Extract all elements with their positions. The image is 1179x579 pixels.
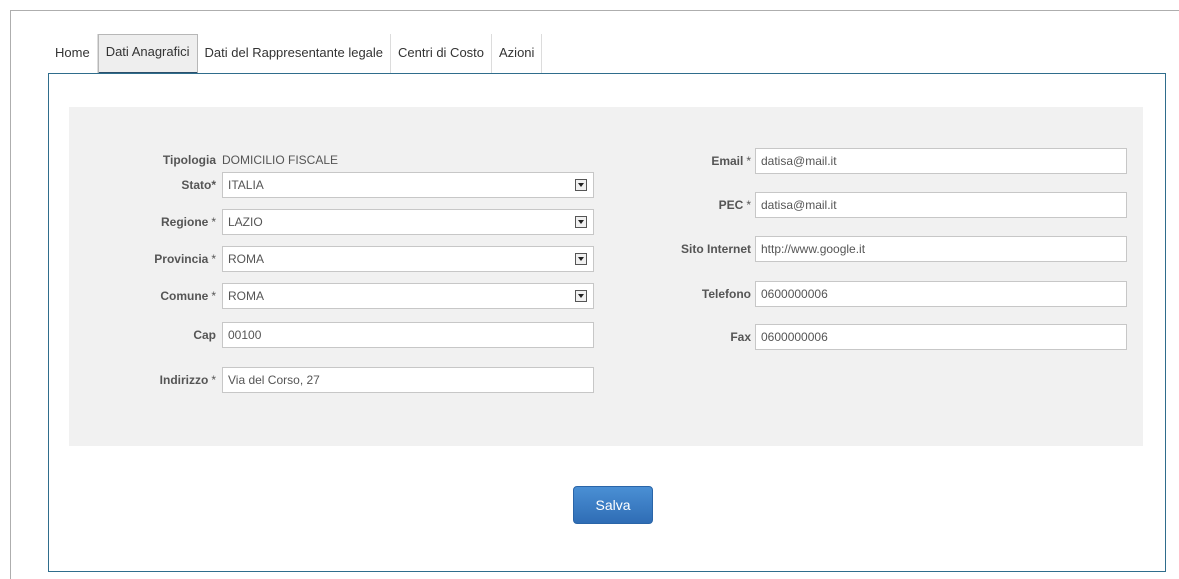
tipologia-row: Tipologia DOMICILIO FISCALE bbox=[69, 147, 599, 173]
telefono-row: Telefono 0600000006 bbox=[609, 281, 1129, 307]
tipologia-value: DOMICILIO FISCALE bbox=[222, 153, 339, 167]
sito-internet-row: Sito Internet http://www.google.it bbox=[609, 236, 1129, 262]
address-form: Tipologia DOMICILIO FISCALE Stato* ITALI… bbox=[69, 107, 1143, 446]
pec-input[interactable]: datisa@mail.it bbox=[755, 192, 1127, 218]
cap-label: Cap bbox=[193, 328, 216, 342]
stato-label: Stato* bbox=[181, 178, 216, 192]
indirizzo-row: Indirizzo * Via del Corso, 27 bbox=[69, 367, 599, 393]
email-row: Email * datisa@mail.it bbox=[609, 148, 1129, 174]
chevron-down-icon[interactable] bbox=[575, 179, 587, 191]
pec-row: PEC * datisa@mail.it bbox=[609, 192, 1129, 218]
chevron-down-icon[interactable] bbox=[575, 253, 587, 265]
regione-select-value: LAZIO bbox=[228, 215, 263, 229]
regione-row: Regione * LAZIO bbox=[69, 209, 599, 235]
provincia-select[interactable]: ROMA bbox=[222, 246, 594, 272]
sito-internet-input[interactable]: http://www.google.it bbox=[755, 236, 1127, 262]
provincia-select-value: ROMA bbox=[228, 252, 264, 266]
indirizzo-input[interactable]: Via del Corso, 27 bbox=[222, 367, 594, 393]
save-button[interactable]: Salva bbox=[573, 486, 653, 524]
comune-row: Comune * ROMA bbox=[69, 283, 599, 309]
regione-select[interactable]: LAZIO bbox=[222, 209, 594, 235]
tab-azioni[interactable]: Azioni bbox=[492, 34, 543, 74]
content-panel: Tipologia DOMICILIO FISCALE Stato* ITALI… bbox=[48, 73, 1166, 572]
email-input[interactable]: datisa@mail.it bbox=[755, 148, 1127, 174]
cap-row: Cap 00100 bbox=[69, 322, 599, 348]
regione-label: Regione * bbox=[160, 215, 216, 229]
tab-dati-anagrafici[interactable]: Dati Anagrafici bbox=[97, 34, 198, 75]
indirizzo-label: Indirizzo * bbox=[159, 373, 216, 387]
tab-centri-di-costo[interactable]: Centri di Costo bbox=[391, 34, 493, 74]
stato-row: Stato* ITALIA bbox=[69, 172, 599, 198]
stato-select[interactable]: ITALIA bbox=[222, 172, 594, 198]
telefono-input[interactable]: 0600000006 bbox=[755, 281, 1127, 307]
comune-label: Comune * bbox=[160, 289, 216, 303]
fax-label: Fax bbox=[730, 330, 751, 344]
comune-select[interactable]: ROMA bbox=[222, 283, 594, 309]
comune-select-value: ROMA bbox=[228, 289, 264, 303]
stato-select-value: ITALIA bbox=[228, 178, 264, 192]
tab-rappresentante-legale[interactable]: Dati del Rappresentante legale bbox=[198, 34, 392, 74]
pec-label: PEC * bbox=[718, 198, 751, 212]
tab-home[interactable]: Home bbox=[48, 34, 98, 74]
tipologia-label: Tipologia bbox=[162, 153, 216, 167]
provincia-row: Provincia * ROMA bbox=[69, 246, 599, 272]
cap-input[interactable]: 00100 bbox=[222, 322, 594, 348]
provincia-label: Provincia * bbox=[154, 252, 216, 266]
chevron-down-icon[interactable] bbox=[575, 290, 587, 302]
chevron-down-icon[interactable] bbox=[575, 216, 587, 228]
fax-row: Fax 0600000006 bbox=[609, 324, 1129, 350]
sito-internet-label: Sito Internet bbox=[680, 242, 751, 256]
tab-bar: Home Dati Anagrafici Dati del Rappresent… bbox=[48, 34, 543, 75]
fax-input[interactable]: 0600000006 bbox=[755, 324, 1127, 350]
email-label: Email * bbox=[711, 154, 751, 168]
telefono-label: Telefono bbox=[701, 287, 751, 301]
